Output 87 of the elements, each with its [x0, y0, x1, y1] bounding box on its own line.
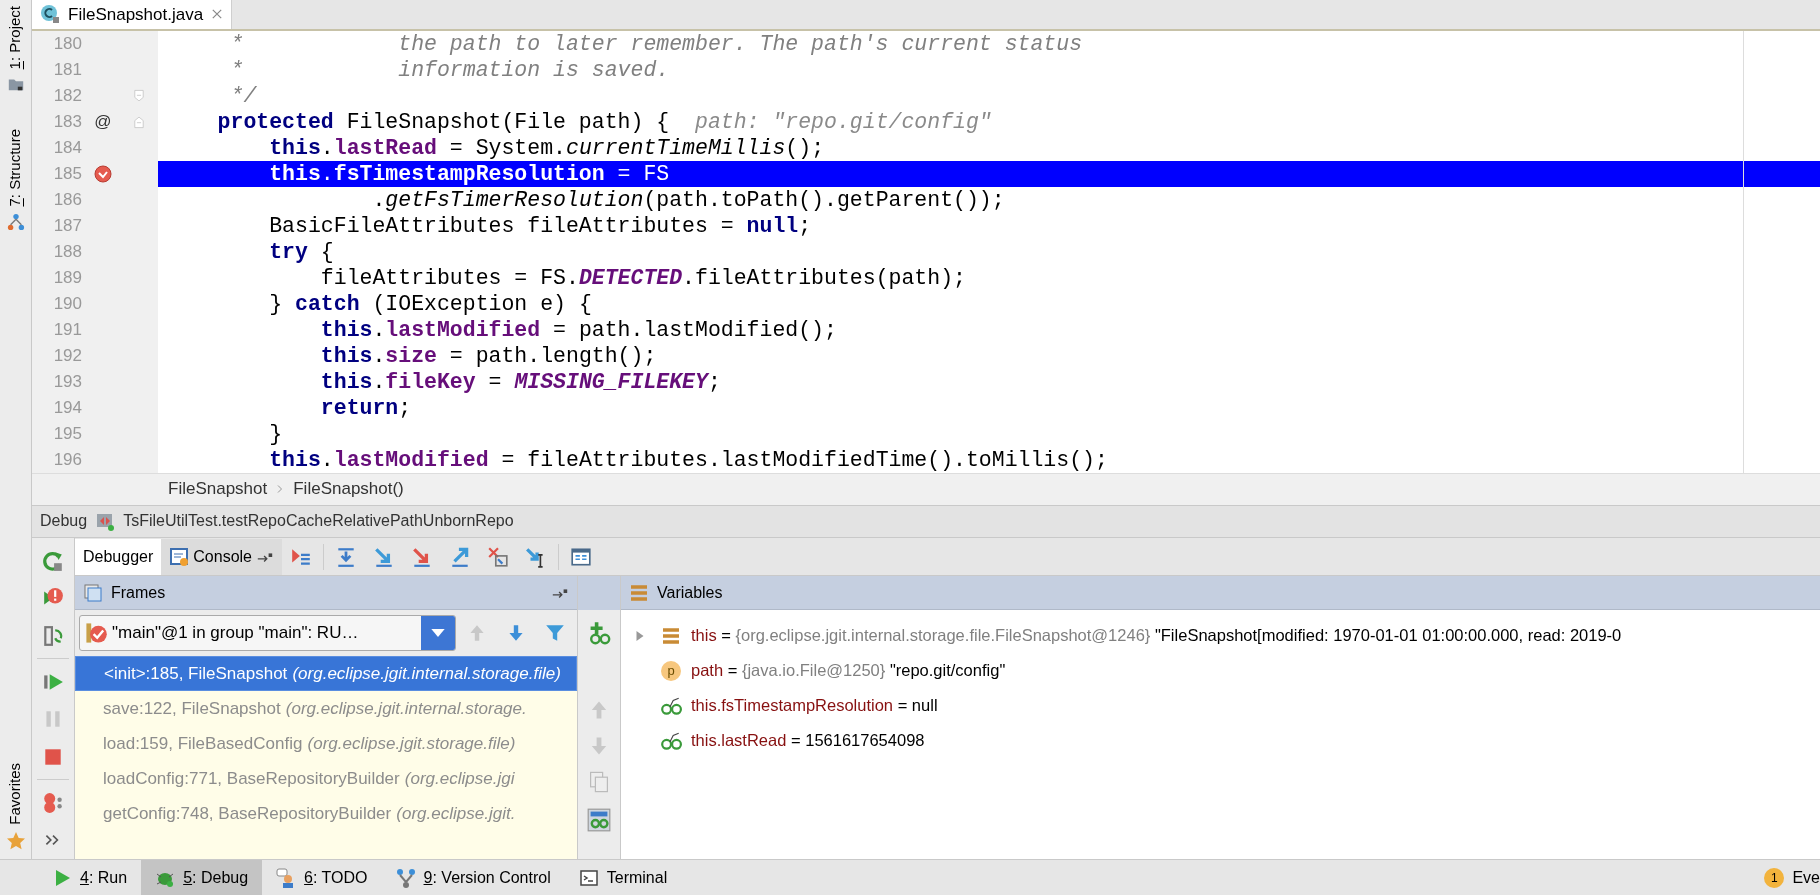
breakpoints-icon[interactable] — [42, 791, 64, 814]
step-into-icon[interactable] — [373, 545, 395, 568]
thread-icon — [84, 621, 108, 646]
code-line: } catch (IOException e) { — [158, 290, 1820, 317]
line-number: 192 — [52, 345, 82, 368]
panel-title: Frames — [111, 582, 167, 603]
panel-title: Debug — [40, 511, 88, 532]
parameter-badge: p — [661, 660, 681, 681]
line-number: 193 — [52, 371, 82, 394]
line-number: 189 — [52, 267, 82, 290]
hierarchy-icon[interactable] — [6, 212, 25, 231]
evaluate-icon[interactable] — [570, 545, 592, 568]
line-number: 186 — [52, 189, 82, 212]
code-line: } — [158, 420, 1820, 447]
breadcrumb[interactable]: FileSnapshot — [168, 476, 268, 502]
panel-title: Variables — [657, 582, 723, 603]
close-icon[interactable] — [211, 8, 224, 21]
line-number: 184 — [52, 137, 82, 160]
line-number: 180 — [52, 33, 82, 56]
code-line: */ — [158, 82, 1820, 109]
breadcrumb[interactable]: FileSnapshot() — [293, 476, 404, 502]
file-tab[interactable]: FileSnapshot.java — [32, 0, 233, 29]
event-log-button[interactable]: Eve — [1792, 865, 1820, 890]
variable-value[interactable]: this.fsTimestampResolution = null — [691, 693, 938, 719]
force-step-into-icon[interactable] — [411, 545, 433, 568]
code-line: BasicFileAttributes fileAttributes = null; — [158, 212, 1820, 239]
list-icon — [629, 582, 649, 603]
code-line: this.lastModified = fileAttributes.lastModifiedTime().toMillis(); — [158, 446, 1820, 473]
session-icon — [95, 511, 116, 532]
breakpoint-icon[interactable] — [93, 163, 113, 184]
code-line: * the path to later remember. The path's current status — [158, 30, 1820, 57]
tool-window-button[interactable]: 6: TODO — [262, 860, 382, 895]
code-line: this.lastModified = path.lastModified(); — [158, 316, 1820, 343]
line-number: 196 — [52, 449, 82, 472]
list-icon — [661, 625, 681, 646]
tool-window-button[interactable]: 1: Project — [4, 0, 27, 76]
variable-value[interactable]: path = {java.io.File@1250} "repo.git/config" — [691, 658, 1006, 684]
star-icon[interactable] — [5, 831, 26, 851]
line-number: 188 — [52, 241, 82, 264]
line-number: 195 — [52, 423, 82, 446]
code-line: this.size = path.length(); — [158, 342, 1820, 369]
tool-window-button[interactable]: 4: Run — [38, 860, 142, 895]
file-icon — [40, 4, 60, 25]
code-line: return; — [158, 394, 1820, 421]
tool-window-button[interactable]: 9: Version Control — [381, 860, 565, 895]
caret-icon — [430, 629, 445, 638]
line-number: 191 — [52, 319, 82, 342]
tool-window-button[interactable]: Terminal — [564, 860, 682, 895]
line-number: 182 — [52, 85, 82, 108]
code-line: * information is saved. — [158, 56, 1820, 83]
restore-layout-icon[interactable] — [42, 624, 64, 647]
code-line: fileAttributes = FS.DETECTED.fileAttributes(path); — [158, 264, 1820, 291]
panel-tab[interactable]: Console — [161, 538, 282, 575]
stack-frame[interactable]: <init>:185, FileSnapshot (org.eclipse.jgit.internal.storage.file) — [75, 656, 577, 692]
line-number: 185 — [52, 163, 82, 186]
notification-badge: 1 — [1764, 867, 1785, 888]
branch-icon — [395, 867, 416, 888]
fold-marker-icon[interactable] — [132, 88, 146, 103]
tool-window-button[interactable]: Favorites — [4, 757, 27, 831]
step-out-icon[interactable] — [449, 545, 471, 568]
line-number: 194 — [52, 397, 82, 420]
line-number: 187 — [52, 215, 82, 238]
code-line: this.lastRead = System.currentTimeMillis(); — [158, 134, 1820, 161]
panel-tab[interactable]: Debugger — [75, 538, 162, 575]
glasses-icon[interactable] — [587, 808, 611, 833]
rerun-icon[interactable] — [42, 549, 64, 572]
frames-icon — [83, 582, 103, 603]
console-icon — [169, 546, 190, 567]
variable-value[interactable]: this.lastRead = 1561617654098 — [691, 728, 925, 754]
drop-frame-icon[interactable] — [487, 545, 509, 568]
session-tab[interactable]: TsFileUtilTest.testRepoCacheRelativePathUnbornRepo — [123, 509, 514, 534]
code-line: protected FileSnapshot(File path) { path: "repo.git/config" — [158, 108, 1820, 135]
gutter-marker[interactable]: @ — [94, 109, 112, 135]
line-number: 181 — [52, 59, 82, 82]
tool-window-button[interactable]: 7: Structure — [4, 123, 27, 213]
terminal-icon — [578, 867, 599, 888]
tool-window-button[interactable]: 5: Debug — [141, 860, 263, 895]
add-watch-icon[interactable] — [587, 621, 611, 646]
line-number: 190 — [52, 293, 82, 316]
line-number: 183 — [52, 111, 82, 134]
code-line: .getFsTimerResolution(path.toPath().getParent()); — [158, 186, 1820, 213]
code-line: try { — [158, 238, 1820, 265]
code-line: this.fileKey = MISSING_FILEKEY; — [158, 368, 1820, 395]
thread-dropdown[interactable]: "main"@1 in group "main": RU… — [79, 615, 456, 652]
fold-marker-icon[interactable] — [132, 114, 146, 129]
step-over-icon[interactable] — [335, 545, 357, 568]
variable-value[interactable]: this = {org.eclipse.jgit.internal.storage.file.FileSnapshot@1246} "FileSnapshot[modified: 1970-01-01 01:00:00.000, read: 2019-0 — [691, 623, 1622, 649]
